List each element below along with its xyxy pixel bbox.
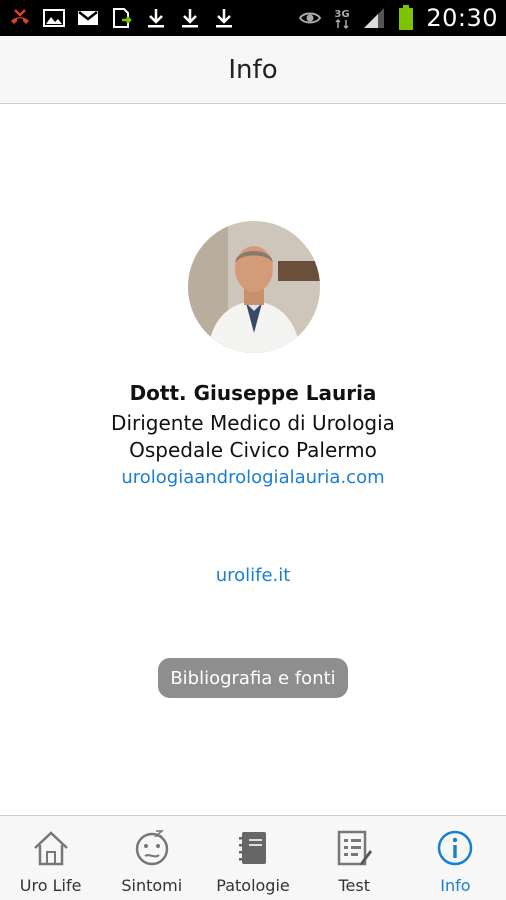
eye-icon [298, 6, 322, 30]
notification-icons [8, 6, 236, 30]
tab-sintomi[interactable]: Sintomi [101, 816, 202, 900]
battery-icon [394, 5, 418, 30]
tab-label: Patologie [216, 876, 290, 895]
urolife-link[interactable]: urolife.it [0, 565, 506, 586]
confused-face-icon [132, 828, 172, 868]
doctor-avatar [188, 221, 320, 353]
tab-patologie[interactable]: Patologie [202, 816, 303, 900]
3g-icon: 3G [330, 6, 354, 30]
download-icon [212, 6, 236, 30]
title-bar: Info [0, 36, 506, 104]
tab-test[interactable]: Test [304, 816, 405, 900]
info-content: Dott. Giuseppe Lauria Dirigente Medico d… [0, 105, 506, 815]
bibliography-button[interactable]: Bibliografia e fonti [158, 658, 348, 698]
doctor-name: Dott. Giuseppe Lauria [129, 381, 377, 405]
svg-text:3G: 3G [335, 9, 350, 20]
status-bar: 3G 20:30 [0, 0, 506, 36]
system-icons: 3G 20:30 [298, 4, 498, 32]
tab-label: Test [338, 876, 370, 895]
tab-info[interactable]: Info [405, 816, 506, 900]
doctor-role: Dirigente Medico di Urologia [111, 411, 395, 435]
tab-label: Sintomi [121, 876, 183, 895]
file-transfer-icon [110, 6, 134, 30]
tab-uro-life[interactable]: Uro Life [0, 816, 101, 900]
home-icon [31, 828, 71, 868]
signal-icon [362, 6, 386, 30]
tab-label: Info [440, 876, 471, 895]
gmail-icon [76, 6, 100, 30]
info-icon [435, 828, 475, 868]
doctor-website-link[interactable]: urologiaandrologialauria.com [0, 467, 506, 488]
notebook-icon [233, 828, 273, 868]
doctor-hospital: Ospedale Civico Palermo [129, 438, 377, 462]
page-title: Info [228, 54, 278, 85]
status-time: 20:30 [426, 4, 498, 32]
checklist-icon [334, 828, 374, 868]
download-icon [144, 6, 168, 30]
bottom-tab-bar: Uro Life Sintomi Patologie Test Info [0, 815, 506, 900]
download-icon [178, 6, 202, 30]
missed-call-icon [8, 6, 32, 30]
image-icon [42, 6, 66, 30]
tab-label: Uro Life [19, 876, 82, 895]
